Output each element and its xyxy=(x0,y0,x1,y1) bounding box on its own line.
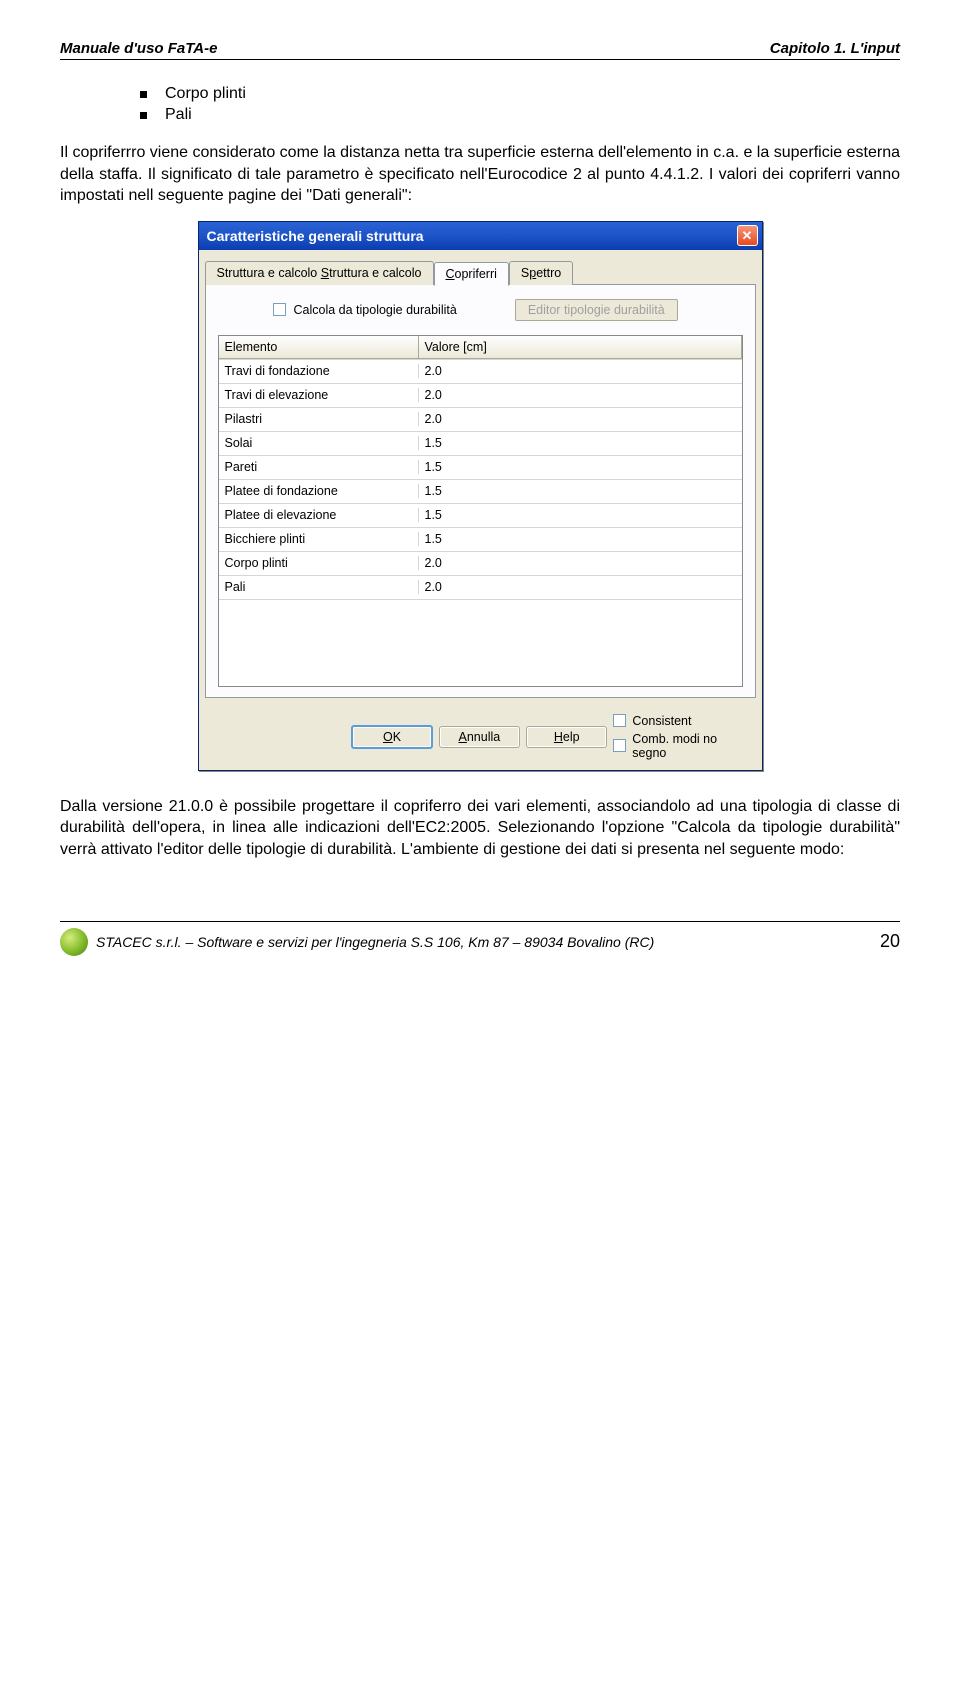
tab-label: Copriferri xyxy=(446,267,497,281)
footer-divider xyxy=(60,921,900,922)
cell-elemento: Platee di elevazione xyxy=(219,508,419,522)
cell-elemento: Travi di fondazione xyxy=(219,364,419,378)
column-header-valore[interactable]: Valore [cm] xyxy=(419,336,742,359)
cell-valore[interactable]: 2.0 xyxy=(419,412,742,426)
table-row[interactable]: Travi di fondazione2.0 xyxy=(219,360,742,384)
cell-elemento: Solai xyxy=(219,436,419,450)
cell-valore[interactable]: 2.0 xyxy=(419,388,742,402)
table-row[interactable]: Platee di fondazione1.5 xyxy=(219,480,742,504)
bullet-square-icon xyxy=(140,112,147,119)
bullet-text: Pali xyxy=(165,106,192,124)
table-row[interactable]: Corpo plinti2.0 xyxy=(219,552,742,576)
cell-elemento: Corpo plinti xyxy=(219,556,419,570)
cell-elemento: Pilastri xyxy=(219,412,419,426)
tab-struttura-calcolo[interactable]: Struttura e calcolo Struttura e calcolo … xyxy=(205,261,434,285)
checkbox-consistent-label: Consistent xyxy=(632,714,691,728)
cell-elemento: Pali xyxy=(219,580,419,594)
bullet-item: Pali xyxy=(140,106,900,124)
ok-button[interactable]: OK xyxy=(351,725,432,749)
column-header-elemento[interactable]: Elemento xyxy=(219,336,419,359)
checkbox-comb-modi-label: Comb. modi no segno xyxy=(632,732,753,760)
bullet-square-icon xyxy=(140,91,147,98)
cell-elemento: Travi di elevazione xyxy=(219,388,419,402)
header-right: Capitolo 1. L'input xyxy=(770,40,900,57)
help-button[interactable]: Help xyxy=(526,726,607,748)
cancel-button[interactable]: Annulla xyxy=(439,726,520,748)
cell-valore[interactable]: 2.0 xyxy=(419,556,742,570)
table-row[interactable]: Pilastri2.0 xyxy=(219,408,742,432)
checkbox-consistent[interactable] xyxy=(613,714,626,727)
dialog-window: Caratteristiche generali struttura ✕ Str… xyxy=(198,221,763,771)
checkbox-calcola-durabilita[interactable] xyxy=(273,303,286,316)
cell-valore[interactable]: 1.5 xyxy=(419,460,742,474)
cell-valore[interactable]: 2.0 xyxy=(419,364,742,378)
table-row[interactable]: Travi di elevazione2.0 xyxy=(219,384,742,408)
table-row[interactable]: Pareti1.5 xyxy=(219,456,742,480)
checkbox-label: Calcola da tipologie durabilità xyxy=(294,303,457,317)
tab-spettro[interactable]: Spettro xyxy=(509,261,573,285)
footer-text: STACEC s.r.l. – Software e servizi per l… xyxy=(96,934,654,950)
cell-valore[interactable]: 1.5 xyxy=(419,508,742,522)
page-number: 20 xyxy=(880,931,900,952)
header-divider xyxy=(60,59,900,60)
editor-tipologie-button: Editor tipologie durabilità xyxy=(515,299,678,321)
cell-valore[interactable]: 2.0 xyxy=(419,580,742,594)
table-row[interactable]: Solai1.5 xyxy=(219,432,742,456)
checkbox-comb-modi[interactable] xyxy=(613,739,626,752)
logo-icon xyxy=(60,928,88,956)
cell-valore[interactable]: 1.5 xyxy=(419,532,742,546)
cell-elemento: Pareti xyxy=(219,460,419,474)
close-button[interactable]: ✕ xyxy=(737,225,758,246)
tab-label: Struttura e calcolo xyxy=(321,266,422,280)
table-row[interactable]: Platee di elevazione1.5 xyxy=(219,504,742,528)
cell-valore[interactable]: 1.5 xyxy=(419,484,742,498)
table-row[interactable]: Pali2.0 xyxy=(219,576,742,600)
bullet-text: Corpo plinti xyxy=(165,85,246,103)
data-grid: Elemento Valore [cm] Travi di fondazione… xyxy=(218,335,743,687)
table-row[interactable]: Bicchiere plinti1.5 xyxy=(219,528,742,552)
paragraph-2: Dalla versione 21.0.0 è possibile proget… xyxy=(60,796,900,861)
bullet-item: Corpo plinti xyxy=(140,85,900,103)
dialog-titlebar: Caratteristiche generali struttura ✕ xyxy=(199,222,762,250)
cell-elemento: Platee di fondazione xyxy=(219,484,419,498)
close-icon: ✕ xyxy=(742,228,753,244)
cell-valore[interactable]: 1.5 xyxy=(419,436,742,450)
paragraph-1: Il copriferrro viene considerato come la… xyxy=(60,142,900,207)
dialog-title: Caratteristiche generali struttura xyxy=(207,228,424,244)
tab-label: Spettro xyxy=(521,266,561,280)
header-left: Manuale d'uso FaTA-e xyxy=(60,40,217,57)
tab-copriferri[interactable]: Copriferri xyxy=(434,262,509,286)
cell-elemento: Bicchiere plinti xyxy=(219,532,419,546)
